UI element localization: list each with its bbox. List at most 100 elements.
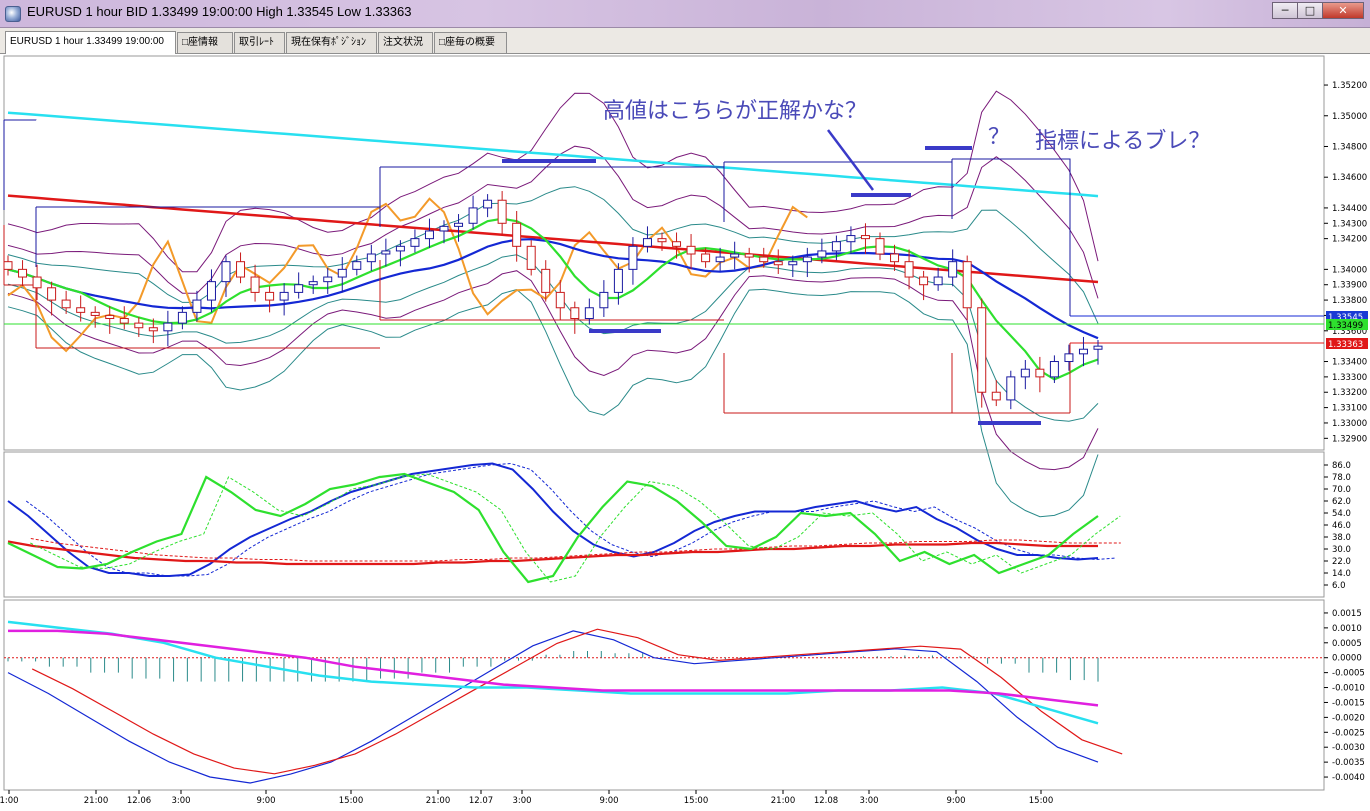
- candle-body: [541, 268, 551, 293]
- candle-body: [61, 299, 71, 309]
- candle-body: [410, 238, 420, 247]
- window-title: EURUSD 1 hour BID 1.33499 19:00:00 High …: [27, 4, 412, 19]
- price-axis-label: 1.34600: [1332, 173, 1367, 183]
- candle-body: [555, 291, 565, 309]
- window-titlebar[interactable]: EURUSD 1 hour BID 1.33499 19:00:00 High …: [0, 0, 1370, 28]
- macd-axis-label: -0.0030: [1332, 743, 1365, 753]
- candle-body: [686, 245, 696, 255]
- time-axis-label: 12.06: [127, 796, 151, 806]
- price-axis-label: 1.34800: [1332, 142, 1367, 152]
- time-axis-label: 12.07: [469, 796, 493, 806]
- candle-body: [134, 322, 144, 329]
- time-axis-label: 15:00: [1029, 796, 1054, 806]
- candle-body: [294, 284, 304, 293]
- candle-body: [1078, 348, 1088, 355]
- close-button[interactable]: ✕: [1322, 2, 1364, 19]
- oscillator-axis-label: 46.0: [1332, 521, 1351, 531]
- macd-axis-label: -0.0015: [1332, 698, 1365, 708]
- candle-body: [933, 276, 943, 286]
- tab-rates[interactable]: 取引ﾚｰﾄ: [234, 32, 285, 53]
- price-axis-label: 1.33400: [1332, 358, 1367, 368]
- macd-axis-label: -0.0035: [1332, 758, 1365, 768]
- time-axis-label: 3:00: [171, 796, 190, 806]
- oscillator-axis-label: 6.0: [1332, 581, 1346, 591]
- chart-area[interactable]: 1.35200 1.35000 1.34800 1.34600 1.34400 1.343…: [0, 54, 1370, 811]
- candle-body: [701, 253, 711, 263]
- macd-axis-label: 0.0005: [1332, 639, 1362, 649]
- price-axis-label: 1.34300: [1332, 219, 1367, 229]
- candle-body: [526, 245, 536, 270]
- price-axis-label: 1.35200: [1332, 81, 1367, 91]
- candle-body: [497, 199, 507, 224]
- candle-body: [119, 318, 129, 324]
- candle-body: [570, 307, 580, 320]
- candle-body: [512, 222, 522, 247]
- price-axis-label: 1.35000: [1332, 112, 1367, 122]
- oscillator-axis-label: 70.0: [1332, 485, 1351, 495]
- candle-body: [250, 276, 260, 293]
- macd-axis-label: -0.0010: [1332, 684, 1365, 694]
- price-axis-label: 1.33900: [1332, 281, 1367, 291]
- price-axis-label: 1.33200: [1332, 388, 1367, 398]
- candle-body: [366, 253, 376, 263]
- candle-body: [468, 207, 478, 224]
- candle-body: [32, 276, 42, 289]
- candle-body: [759, 256, 769, 263]
- tab-account-info[interactable]: □座情報: [177, 32, 233, 53]
- candle-body: [454, 222, 464, 227]
- oscillator-axis-label: 86.0: [1332, 461, 1351, 471]
- tab-positions[interactable]: 現在保有ﾎﾟｼﾞｼｮﾝ: [286, 32, 377, 53]
- price-axis-label: 1.32900: [1332, 434, 1367, 444]
- macd-axis-label: -0.0005: [1332, 669, 1365, 679]
- price-axis-label: 1.33300: [1332, 373, 1367, 383]
- tab-chart[interactable]: EURUSD 1 hour 1.33499 19:00:00: [5, 31, 176, 54]
- time-axis-label: 21:00: [771, 796, 796, 806]
- candle-body: [424, 230, 434, 240]
- tab-orders[interactable]: 注文状況: [378, 32, 433, 53]
- macd-axis-label: -0.0040: [1332, 773, 1365, 783]
- candle-body: [323, 276, 333, 283]
- candle-body: [628, 245, 638, 270]
- candle-body: [672, 241, 682, 247]
- oscillator-axis-label: 22.0: [1332, 557, 1351, 567]
- candle-body: [148, 327, 158, 332]
- candle-body: [1006, 376, 1016, 401]
- candle-body: [991, 391, 1001, 401]
- price-label-green: 1.33499: [1328, 321, 1363, 331]
- candle-body: [613, 268, 623, 293]
- macd-axis-label: -0.0020: [1332, 713, 1365, 723]
- candle-body: [236, 261, 246, 278]
- candle-body: [90, 311, 100, 316]
- candle-body: [483, 199, 493, 209]
- time-axis-label: 15:00: [684, 796, 709, 806]
- minimize-button[interactable]: ─: [1272, 2, 1298, 19]
- tab-bar: EURUSD 1 hour 1.33499 19:00:00 □座情報 取引ﾚｰ…: [0, 28, 1370, 54]
- tab-account-summary[interactable]: □座毎の概要: [434, 32, 507, 53]
- macd-axis-label: 0.0010: [1332, 624, 1362, 634]
- candle-body: [1064, 353, 1074, 363]
- candle-body: [744, 253, 754, 258]
- candle-body: [381, 250, 391, 255]
- time-axis-label: 1:00: [0, 796, 19, 806]
- candle-body: [337, 268, 347, 278]
- price-axis-label: 1.34200: [1332, 235, 1367, 245]
- maximize-button[interactable]: □: [1297, 2, 1323, 19]
- candle-body: [642, 238, 652, 247]
- candle-body: [1035, 368, 1045, 378]
- macd-axis-label: -0.0025: [1332, 728, 1365, 738]
- candle-body: [599, 291, 609, 309]
- candle-body: [730, 253, 740, 258]
- annotation-main-note: 高値はこちらが正解かな？: [603, 99, 867, 124]
- macd-axis-label: 0.0000: [1332, 654, 1362, 664]
- candle-body: [773, 261, 783, 266]
- chart-svg[interactable]: 1.35200 1.35000 1.34800 1.34600 1.34400 1.343…: [0, 54, 1370, 811]
- candle-body: [860, 235, 870, 240]
- candle-body: [265, 291, 275, 301]
- time-axis-label: 21:00: [426, 796, 451, 806]
- candle-body: [817, 250, 827, 258]
- candle-body: [76, 307, 86, 313]
- price-axis-label: 1.33100: [1332, 404, 1367, 414]
- candle-body: [279, 291, 289, 301]
- candle-body: [948, 261, 958, 278]
- oscillator-axis-label: 14.0: [1332, 569, 1351, 579]
